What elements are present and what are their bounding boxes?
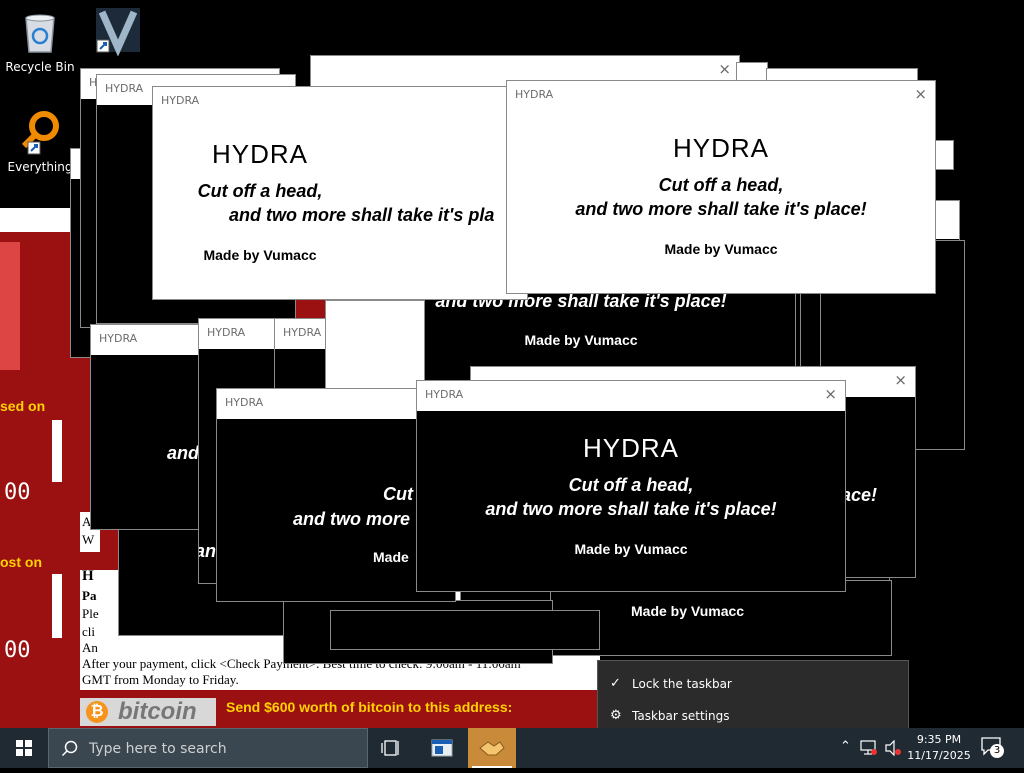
window-title: HYDRA — [225, 396, 264, 409]
ransom-instructions-line: Ple — [82, 606, 99, 621]
ransom-instructions-sub: Pa — [82, 588, 97, 603]
desktop-icon-recycle-bin[interactable]: Recycle Bin — [0, 8, 80, 74]
ransom-timer-2: 00 — [4, 638, 31, 663]
everything-search-icon — [16, 108, 64, 156]
hydra-window[interactable] — [330, 610, 600, 650]
clock-time: 9:35 PM — [916, 733, 962, 746]
notification-center-button[interactable]: 3 — [980, 736, 1008, 760]
app-window-icon — [431, 739, 453, 757]
close-icon[interactable]: × — [824, 385, 837, 403]
ransom-progress-box-2 — [52, 574, 62, 638]
ransom-instructions-line: cli — [82, 624, 95, 639]
windows-logo-icon — [16, 740, 32, 756]
bitcoin-row: ₿ bitcoin Send $600 worth of bitcoin to … — [78, 692, 608, 728]
volume-muted-icon[interactable] — [884, 740, 902, 756]
window-title: HYDRA — [207, 326, 246, 339]
ransom-header-strip — [0, 208, 72, 232]
menu-item-taskbar-settings[interactable]: ⚙ Taskbar settings — [598, 701, 908, 731]
taskbar-clock[interactable]: 9:35 PM 11/17/2025 — [904, 732, 974, 764]
chevron-up-icon[interactable]: ⌃ — [840, 739, 851, 754]
menu-item-label: Lock the taskbar — [632, 677, 732, 691]
ransom-progress-box — [52, 420, 62, 482]
menu-item-label: Taskbar settings — [632, 709, 730, 723]
menu-item-lock-taskbar[interactable]: ✓ Lock the taskbar — [598, 669, 908, 699]
gear-icon: ⚙ — [610, 708, 622, 723]
send-bitcoin-text: Send $600 worth of bitcoin to this addre… — [226, 699, 513, 715]
taskbar-search-box[interactable]: Type here to search — [48, 728, 368, 768]
hydra-made-by: Made by Vumacc — [574, 541, 688, 557]
hydra-line2-partial: and two more shall take it's pla — [229, 205, 495, 225]
ransom-timer-1: 00 — [4, 480, 31, 505]
hydra-window-front-white-left[interactable]: HYDRA HYDRA Cut off a head, and two more… — [152, 86, 528, 300]
hydra-line1: Cut off a head, — [568, 475, 694, 495]
ransom-raised-label: sed on — [0, 398, 46, 414]
window-title: HYDRA — [99, 332, 138, 345]
hydra-heading: HYDRA — [672, 133, 769, 163]
clock-date: 11/17/2025 — [907, 749, 971, 762]
taskbar-app-window[interactable] — [418, 728, 466, 768]
taskbar-context-menu: ✓ Lock the taskbar ⚙ Taskbar settings — [597, 660, 909, 738]
ransom-side-letter: W — [82, 532, 95, 547]
start-button[interactable] — [0, 728, 48, 768]
handshake-icon — [479, 741, 505, 756]
hydra-heading: HYDRA — [211, 139, 308, 169]
ransom-instructions-line: An — [82, 640, 98, 655]
recycle-bin-icon — [16, 8, 64, 56]
ransom-lock-image — [0, 242, 20, 370]
notification-count-badge: 3 — [990, 744, 1004, 758]
desktop-icon-media-shortcut[interactable] — [78, 8, 158, 60]
bitcoin-coin-icon: ₿ — [86, 701, 108, 723]
hydra-window-front-white-right[interactable]: HYDRA × HYDRA Cut off a head, and two mor… — [506, 80, 936, 294]
task-view-icon — [381, 740, 399, 756]
hydra-made-by: Made by Vumacc — [524, 332, 638, 348]
search-icon — [61, 740, 78, 757]
ransom-instructions-heading: H — [82, 570, 94, 584]
hydra-window-front-black[interactable]: HYDRA × HYDRA Cut off a head, and two mor… — [416, 380, 846, 592]
desktop-icon-everything[interactable]: Everything — [0, 108, 80, 174]
window-title: HYDRA — [161, 94, 200, 107]
media-player-shortcut-icon — [94, 8, 142, 57]
hydra-line2: and two more shall take it's place! — [575, 199, 867, 219]
hydra-made-by: Made by Vumacc — [664, 241, 778, 257]
window-title: HYDRA — [283, 326, 322, 339]
task-view-button[interactable] — [368, 728, 416, 768]
close-icon[interactable]: × — [718, 60, 731, 78]
desktop-icon-label: Recycle Bin — [5, 60, 75, 74]
bitcoin-logo: ₿ bitcoin — [80, 698, 216, 726]
hydra-line2: and two more shall take it's place! — [485, 499, 777, 519]
desktop-icon-label: Everything — [7, 160, 73, 174]
hydra-line1: Cut off a head, — [197, 181, 323, 201]
hydra-line1: Cut off a head, — [658, 175, 784, 195]
ransom-gmt-line: GMT from Monday to Friday. — [82, 672, 239, 687]
bitcoin-logo-text: bitcoin — [118, 698, 197, 725]
window-title: HYDRA — [105, 82, 144, 95]
check-icon: ✓ — [610, 676, 621, 691]
window-title: HYDRA — [515, 88, 554, 101]
taskbar-app-handshake[interactable] — [468, 728, 516, 768]
hydra-heading: HYDRA — [582, 433, 679, 463]
hydra-made-by: Made by Vumacc — [203, 247, 317, 263]
window-title: HYDRA — [425, 388, 464, 401]
close-icon[interactable]: × — [914, 85, 927, 103]
taskbar: Type here to search ⌃ 9:35 PM 11/17/2025… — [0, 728, 1024, 768]
network-icon[interactable] — [860, 740, 878, 756]
close-icon[interactable]: × — [894, 371, 907, 389]
search-placeholder: Type here to search — [89, 741, 227, 757]
ransom-lost-label: ost on — [0, 554, 42, 570]
hydra-made-by: Made by Vumacc — [631, 603, 745, 619]
